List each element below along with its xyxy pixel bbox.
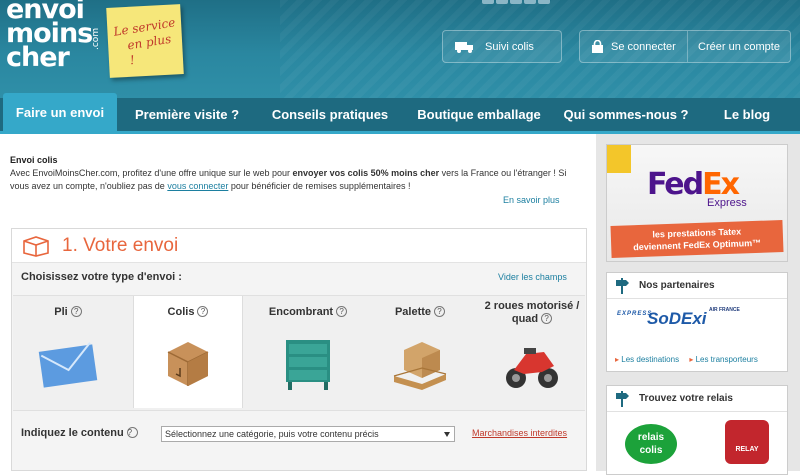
intro-text-3: pour bénéficier de remises supplémentair… — [228, 181, 411, 191]
help-icon[interactable]: ? — [197, 306, 209, 317]
relay-header: Trouvez votre relais — [607, 386, 787, 412]
relay-card: Trouvez votre relais relais colis RELAY — [606, 385, 788, 475]
intro-paragraph: Avec EnvoiMoinsCher.com, profitez d'une … — [10, 167, 580, 193]
parcel-box-icon — [167, 342, 209, 386]
nav-item-conseils-pratiques[interactable]: Conseils pratiques — [257, 98, 403, 131]
content-category-select[interactable]: Sélectionnez une catégorie, puis votre c… — [161, 426, 455, 442]
social-icon[interactable] — [524, 0, 536, 4]
type-label-encombrant: Encombrant — [268, 306, 334, 318]
nav-item-le-blog[interactable]: Le blog — [697, 98, 797, 131]
social-icon[interactable] — [496, 0, 508, 4]
social-icon[interactable] — [482, 0, 494, 4]
dresser-icon — [286, 340, 330, 390]
type-option-palette[interactable]: Palette? — [365, 296, 475, 412]
forbidden-goods-link[interactable]: Marchandises interdites — [472, 428, 567, 438]
partners-header: Nos partenaires — [607, 273, 787, 299]
content-field: Indiquez le contenu? — [21, 427, 138, 439]
intro-title: Envoi colis — [10, 155, 58, 165]
type-label-palette: Palette — [394, 306, 432, 318]
partners-title: Nos partenaires — [639, 280, 715, 291]
nav-item-faire-un-envoi[interactable]: Faire un envoi — [3, 93, 117, 131]
shipment-panel: 1. Votre envoi Choisissez votre type d'e… — [11, 228, 587, 471]
signpost-icon — [616, 277, 629, 294]
logo-line-3: cher — [6, 42, 70, 73]
air-france-label: AIR FRANCE — [709, 307, 740, 313]
help-icon[interactable]: ? — [70, 306, 82, 317]
login-link[interactable]: vous connecter — [167, 181, 228, 191]
account-buttons: Se connecter Créer un compte — [579, 30, 791, 63]
site-header: envoi moins cher .com Le service en plus… — [0, 0, 800, 98]
sticky-note-line-2: en plus ! — [126, 31, 173, 68]
destinations-link[interactable]: Les destinations — [615, 355, 679, 364]
chevron-down-icon — [444, 432, 450, 437]
social-icon[interactable] — [538, 0, 550, 4]
mondial-relay-logo[interactable]: RELAY — [725, 420, 769, 464]
lock-icon — [592, 40, 603, 53]
help-icon[interactable]: ? — [434, 306, 446, 317]
clear-fields-link[interactable]: Vider les champs — [498, 272, 567, 282]
shipment-types: Pli? Colis? Encombrant? Palette? 2 roues… — [13, 295, 585, 411]
intro-text: Envoi colis Avec EnvoiMoinsCher.com, pro… — [10, 154, 580, 193]
sticky-note: Le service en plus ! — [106, 4, 184, 78]
logo-suffix: .com — [91, 27, 101, 50]
nav-item-qui-sommes-nous[interactable]: Qui sommes-nous ? — [555, 98, 697, 131]
fedex-logo-part-1: Fed — [647, 167, 704, 202]
fedex-express-label: Express — [707, 197, 747, 209]
envelope-icon — [38, 342, 98, 388]
carriers-link[interactable]: Les transporteurs — [689, 355, 758, 364]
type-option-pli[interactable]: Pli? — [13, 296, 123, 412]
partner-links: Les destinations Les transporteurs — [615, 355, 758, 364]
help-icon[interactable]: ? — [541, 313, 553, 324]
site-logo[interactable]: envoi moins cher .com — [6, 0, 101, 73]
fedex-banner[interactable]: FedEx Express les prestations Tatex devi… — [606, 144, 788, 262]
content-select-value: Sélectionnez une catégorie, puis votre c… — [165, 429, 379, 439]
nav-item-premiere-visite[interactable]: Première visite ? — [117, 98, 257, 131]
type-option-colis[interactable]: Colis? — [133, 296, 243, 408]
relay-title: Trouvez votre relais — [639, 393, 733, 404]
motorbike-icon — [506, 348, 558, 388]
type-option-2-roues[interactable]: 2 roues motorisé / quad? — [477, 296, 587, 412]
mondial-relay-label: RELAY — [735, 446, 759, 453]
relais-colis-logo[interactable]: relais colis — [625, 424, 677, 464]
type-option-encombrant[interactable]: Encombrant? — [253, 296, 363, 412]
step-title: 1. Votre envoi — [62, 235, 179, 256]
create-account-label: Créer un compte — [698, 40, 780, 53]
create-account-button[interactable]: Créer un compte — [688, 31, 790, 62]
sodexi-logo[interactable]: EXPRESS SoDExi — [617, 309, 707, 329]
pallet-icon — [393, 342, 447, 390]
relais-colis-line-2: colis — [639, 445, 663, 456]
type-label-colis: Colis — [167, 306, 195, 318]
ribbon-icon — [607, 145, 631, 173]
partners-card: Nos partenaires EXPRESS SoDExi AIR FRANCE… — [606, 272, 788, 372]
step-header: 1. Votre envoi — [12, 229, 586, 263]
content-label: Indiquez le contenu — [21, 427, 124, 439]
help-icon[interactable]: ? — [336, 306, 348, 317]
type-label: Choisissez votre type d'envoi : — [21, 271, 182, 283]
login-button[interactable]: Se connecter — [580, 31, 688, 62]
main-nav: Faire un envoi Première visite ? Conseil… — [0, 93, 800, 134]
type-label-2-roues: 2 roues motorisé / quad — [484, 300, 580, 325]
help-icon[interactable]: ? — [126, 427, 138, 438]
truck-icon — [455, 41, 473, 53]
sodexi-name: SoDExi — [647, 309, 707, 328]
social-icons — [480, 0, 550, 4]
nav-item-boutique-emballage[interactable]: Boutique emballage — [403, 98, 555, 131]
intro-text-1: Avec EnvoiMoinsCher.com, profitez d'une … — [10, 168, 293, 178]
track-parcel-label: Suivi colis — [485, 40, 534, 53]
social-icon[interactable] — [510, 0, 522, 4]
track-parcel-button[interactable]: Suivi colis — [442, 30, 562, 63]
learn-more-link[interactable]: En savoir plus — [503, 195, 560, 205]
box-outline-icon — [23, 236, 49, 257]
signpost-icon — [616, 390, 629, 407]
sodexi-tagline: EXPRESS — [617, 311, 653, 317]
relais-colis-line-1: relais — [637, 432, 665, 443]
intro-highlight: envoyer vos colis 50% moins cher — [292, 168, 440, 178]
type-label-pli: Pli — [54, 306, 68, 318]
login-label: Se connecter — [611, 40, 676, 53]
fedex-promo-banner: les prestations Tatex deviennent FedEx O… — [610, 220, 784, 258]
